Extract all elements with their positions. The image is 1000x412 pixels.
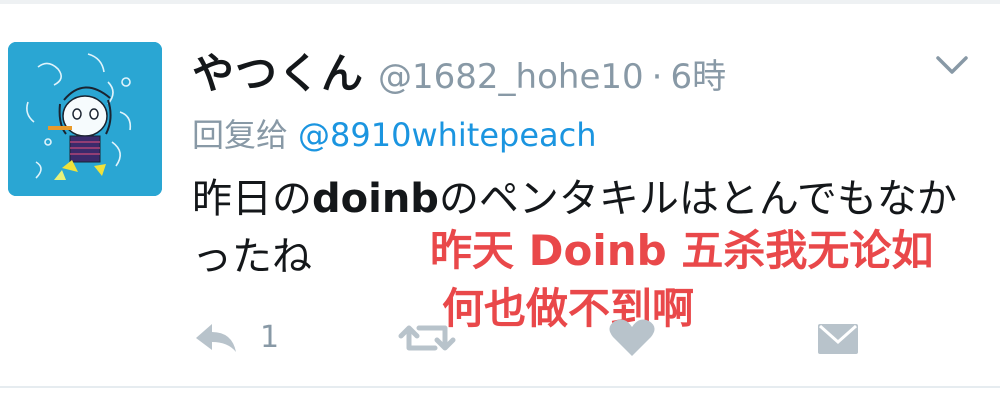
tweet-text-part1: 昨日の [192,176,312,222]
chevron-down-icon[interactable] [930,50,974,80]
bottom-divider [0,386,1000,388]
reply-prefix: 回复给 [192,116,289,154]
avatar-illustration [8,42,162,196]
heart-icon [609,319,655,356]
action-bar: 1 [192,310,972,366]
reply-target-link[interactable]: @8910whitepeach [298,116,597,154]
top-divider [0,0,1000,4]
caption-line-1: 昨天 Doinb 五杀我无论如 [430,226,934,275]
reply-count: 1 [260,320,280,355]
direct-message-button[interactable] [816,316,860,360]
reply-button[interactable]: 1 [192,316,282,360]
retweet-button[interactable] [397,316,457,360]
tweet-header: やつくん @1682_hohe10 · 6時 [192,40,726,100]
user-handle[interactable]: @1682_hohe10 [378,57,644,97]
reply-arrow-icon [196,324,236,352]
avatar[interactable] [8,42,162,196]
envelope-icon [818,324,858,354]
like-button[interactable] [607,316,657,360]
timestamp[interactable]: 6時 [670,49,726,98]
tweet-text-bold: doinb [312,176,439,222]
retweet-icon [398,325,456,351]
tweet-card[interactable]: やつくん @1682_hohe10 · 6時 回复给 @8910whitepeac… [0,0,1000,412]
separator-dot: · [651,57,663,97]
display-name[interactable]: やつくん [192,40,364,101]
reply-context: 回复给 @8910whitepeach [192,110,597,156]
